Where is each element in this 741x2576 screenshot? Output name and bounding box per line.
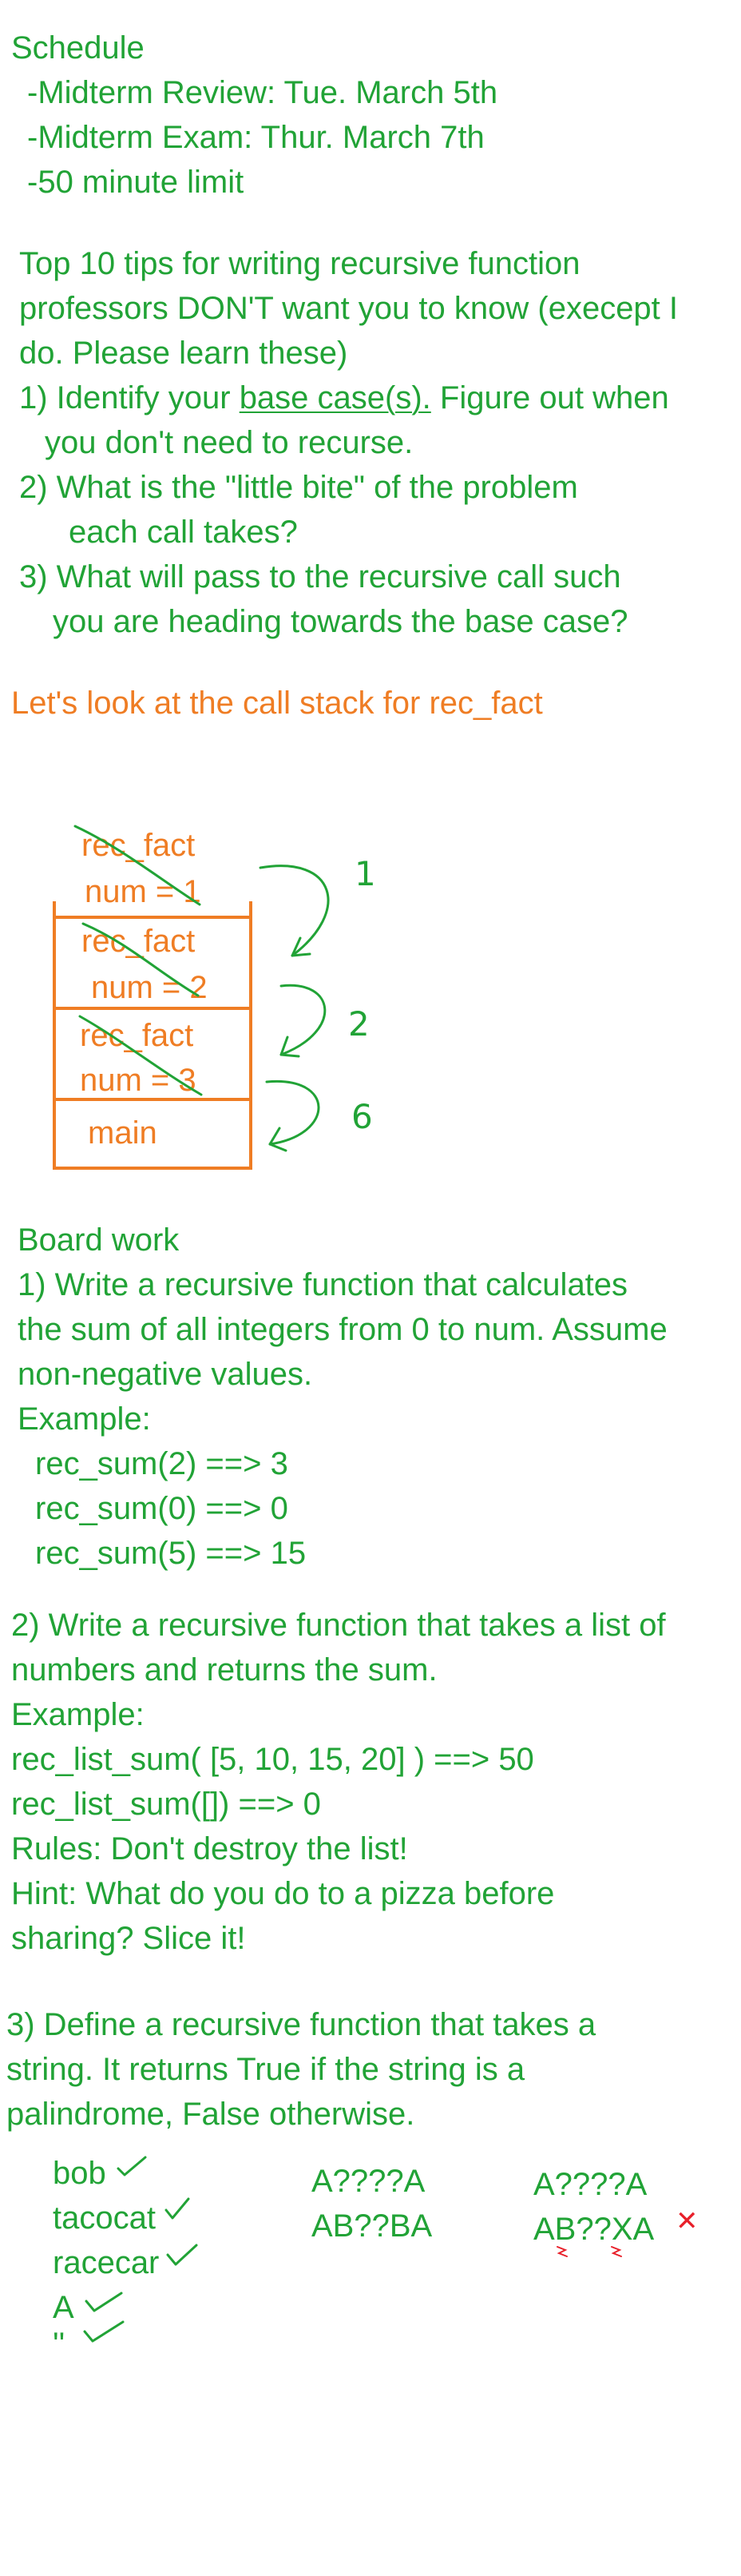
mismatch-tick-x-icon <box>611 2246 622 2257</box>
palindrome-marks <box>83 2156 622 2343</box>
check-tacocat-icon <box>164 2197 190 2220</box>
check-racecar-icon <box>166 2244 198 2266</box>
mismatch-tick-b-icon <box>557 2246 568 2257</box>
check-bob-icon <box>117 2156 147 2176</box>
mismatch-ticks <box>557 2246 622 2257</box>
check-a-icon <box>85 2292 123 2312</box>
check-empty-icon <box>83 2320 125 2343</box>
checkmarks <box>83 2156 198 2343</box>
